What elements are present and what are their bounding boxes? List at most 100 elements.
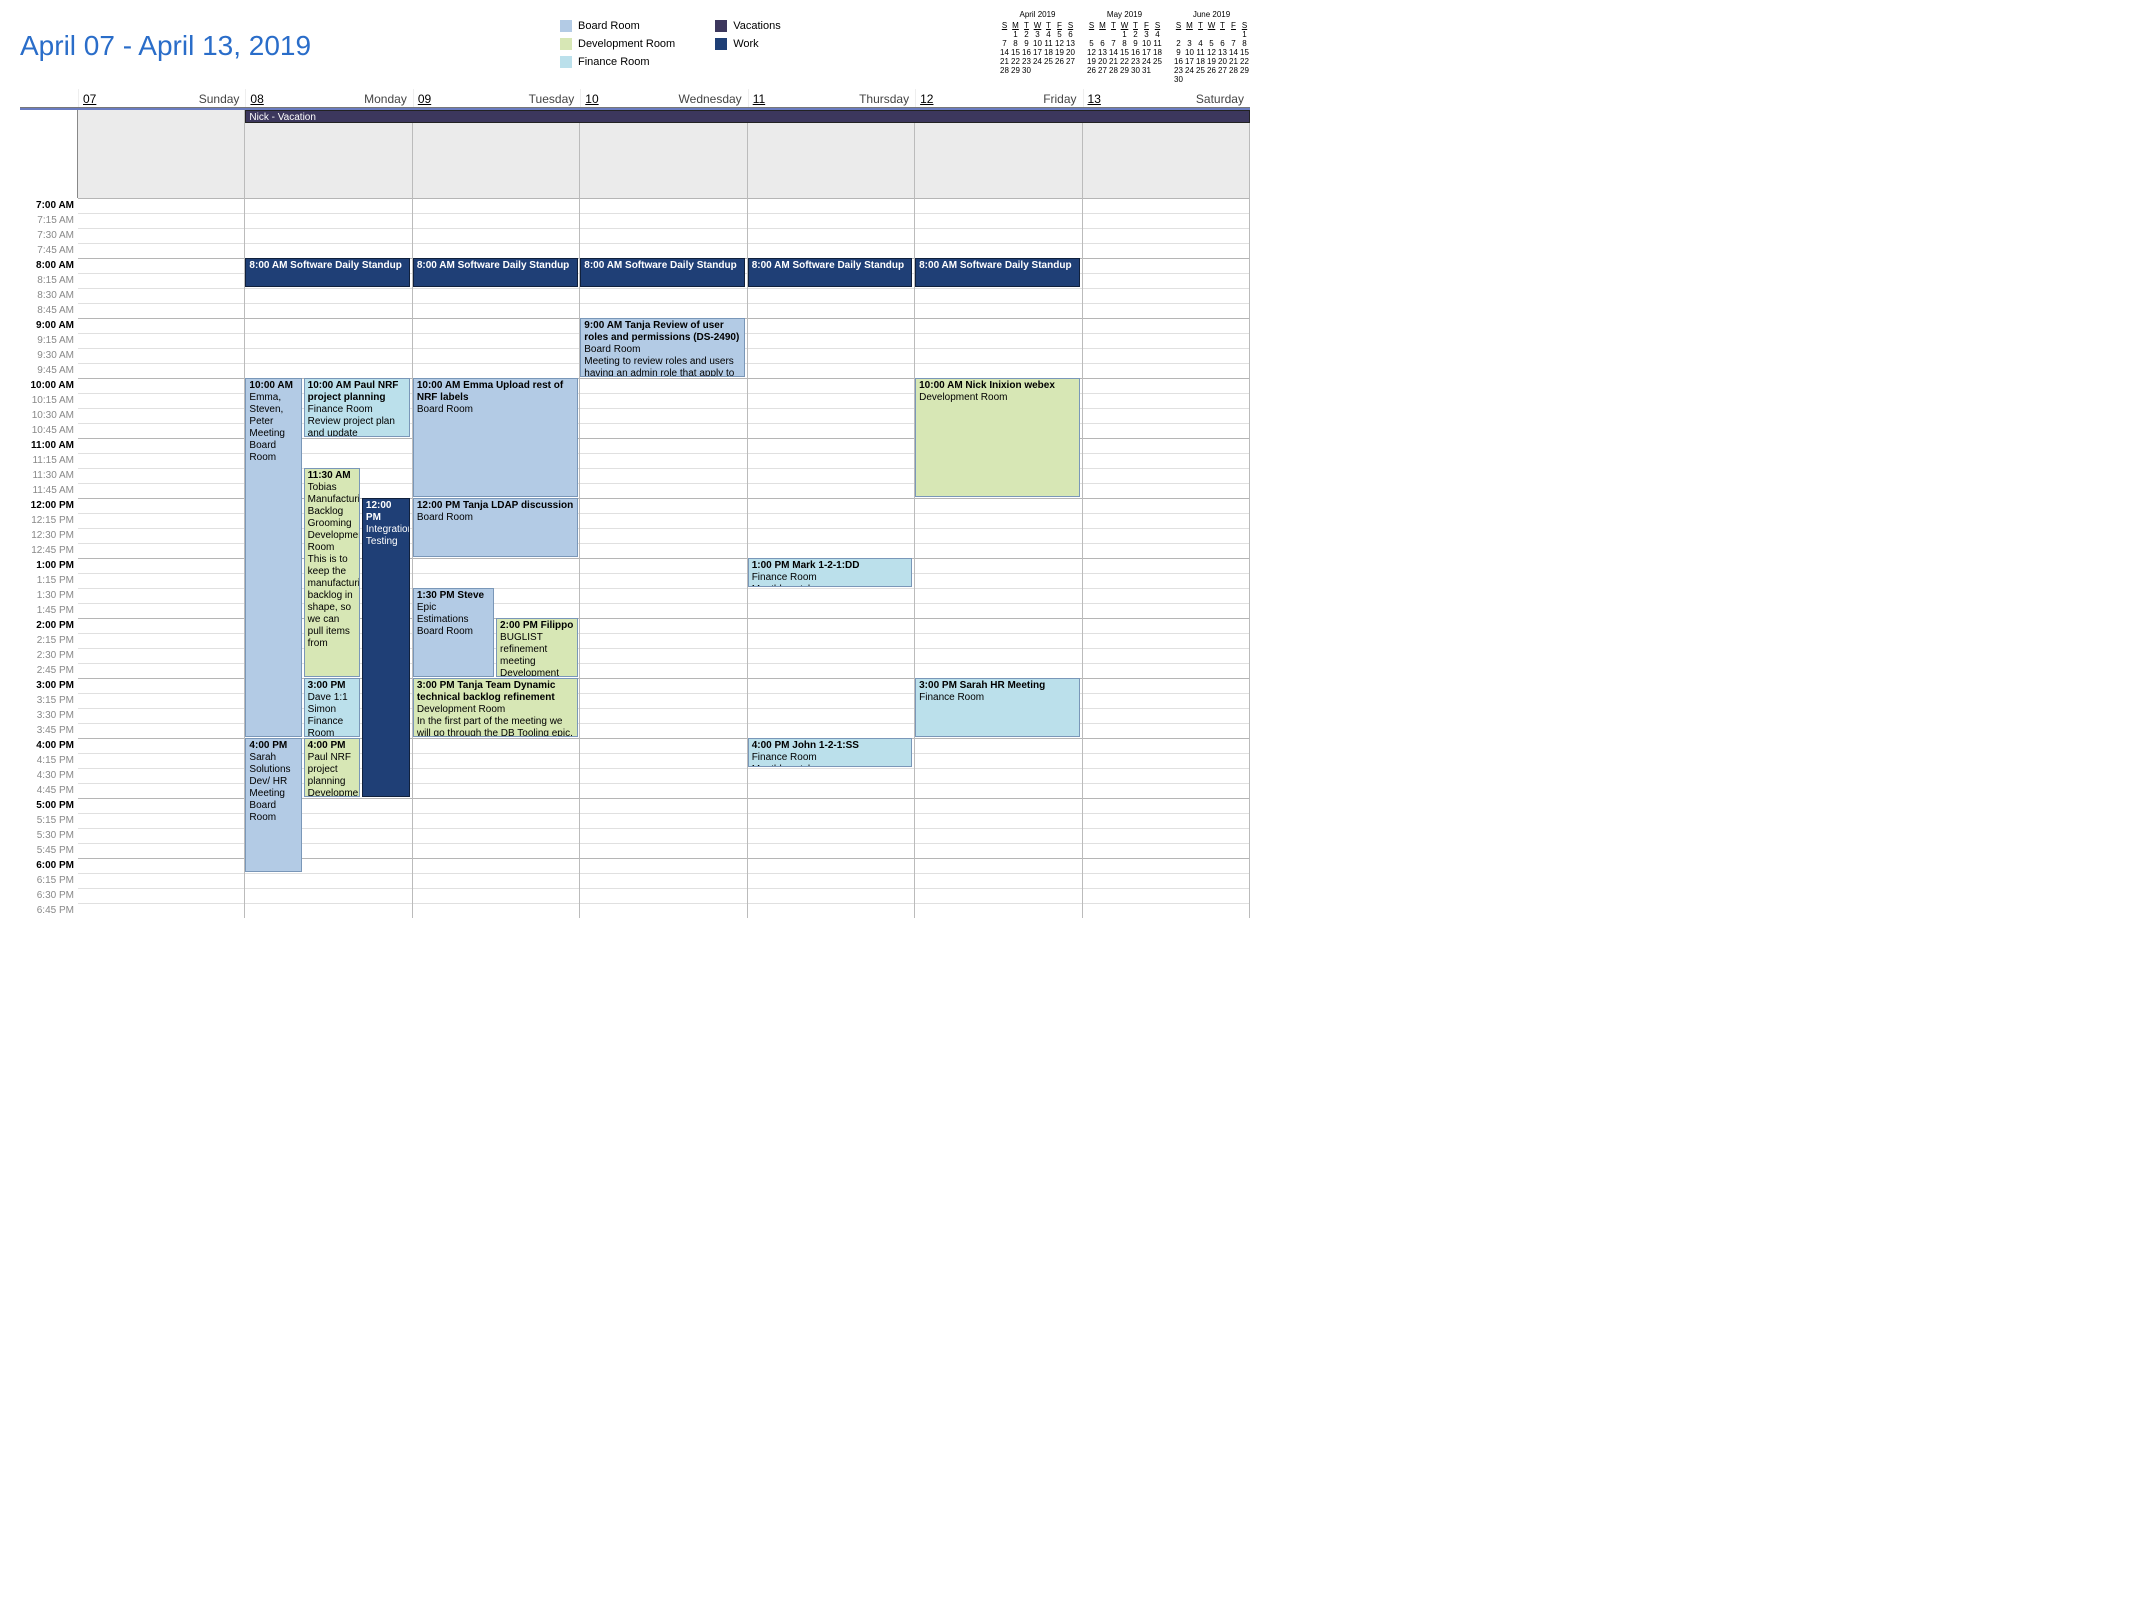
calendar-event[interactable]: 10:00 AM Nick Inixion webexDevelopment R… — [915, 378, 1080, 497]
time-label: 6:45 PM — [20, 903, 74, 918]
time-label: 10:30 AM — [20, 408, 74, 423]
day-header-cell[interactable]: 11Thursday — [748, 89, 915, 107]
time-label: 4:00 PM — [20, 738, 74, 753]
time-label: 3:45 PM — [20, 723, 74, 738]
legend-label: Work — [733, 38, 758, 50]
time-label: 1:45 PM — [20, 603, 74, 618]
time-label: 7:15 AM — [20, 213, 74, 228]
legend-swatch — [560, 20, 572, 32]
calendar-event[interactable]: 8:00 AM Software Daily Standup — [915, 258, 1080, 287]
time-label: 7:00 AM — [20, 198, 74, 213]
time-grid: 7:00 AM7:15 AM7:30 AM7:45 AM8:00 AM8:15 … — [20, 198, 1250, 918]
calendar-event[interactable]: 12:00 PMIntegration Testing — [362, 498, 410, 797]
time-label: 11:30 AM — [20, 468, 74, 483]
time-label: 10:45 AM — [20, 423, 74, 438]
calendar-event[interactable]: 4:00 PM John 1-2-1:SSFinance Room Monthl… — [748, 738, 913, 767]
day-header-cell[interactable]: 12Friday — [915, 89, 1082, 107]
time-label: 10:15 AM — [20, 393, 74, 408]
time-label: 5:15 PM — [20, 813, 74, 828]
time-label: 12:00 PM — [20, 498, 74, 513]
legend-swatch — [715, 20, 727, 32]
time-label: 3:15 PM — [20, 693, 74, 708]
header: April 07 - April 13, 2019 Board Room Deve… — [20, 10, 1250, 84]
calendar-event[interactable]: 9:00 AM Tanja Review of user roles and p… — [580, 318, 745, 377]
day-column[interactable]: 8:00 AM Software Daily Standup 10:00 AMEm… — [245, 198, 412, 918]
time-label: 2:30 PM — [20, 648, 74, 663]
time-label: 2:15 PM — [20, 633, 74, 648]
calendar-event[interactable]: 1:00 PM Mark 1-2-1:DDFinance Room Monthl… — [748, 558, 913, 587]
time-label: 4:15 PM — [20, 753, 74, 768]
day-header-cell[interactable]: 10Wednesday — [580, 89, 747, 107]
day-column[interactable]: 8:00 AM Software Daily Standup 1:00 PM Ma… — [748, 198, 915, 918]
time-label: 8:00 AM — [20, 258, 74, 273]
time-label: 5:45 PM — [20, 843, 74, 858]
calendar-week-view: April 07 - April 13, 2019 Board Room Deve… — [0, 0, 1270, 918]
time-label: 11:00 AM — [20, 438, 74, 453]
legend-item: Work — [715, 38, 781, 50]
time-label: 2:00 PM — [20, 618, 74, 633]
time-label: 10:00 AM — [20, 378, 74, 393]
calendar-event[interactable]: 3:00 PM Sarah HR MeetingFinance Room — [915, 678, 1080, 737]
calendar-event[interactable]: 8:00 AM Software Daily Standup — [580, 258, 745, 287]
time-axis: 7:00 AM7:15 AM7:30 AM7:45 AM8:00 AM8:15 … — [20, 198, 78, 918]
calendar-event[interactable]: 10:00 AMEmma, Steven, Peter Meeting Boar… — [245, 378, 302, 737]
day-column[interactable]: 8:00 AM Software Daily Standup 10:00 AM N… — [915, 198, 1082, 918]
day-column[interactable]: 8:00 AM Software Daily Standup 10:00 AM E… — [413, 198, 580, 918]
time-label: 6:15 PM — [20, 873, 74, 888]
calendar-event[interactable]: 11:30 AMTobias Manufacturing Backlog Gro… — [304, 468, 361, 677]
week-title: April 07 - April 13, 2019 — [20, 10, 560, 62]
calendar-event[interactable]: 10:00 AM Paul NRF project planningFinanc… — [304, 378, 411, 437]
allday-cell[interactable] — [1083, 110, 1250, 198]
allday-cell[interactable] — [78, 110, 245, 198]
legend-swatch — [715, 38, 727, 50]
mini-calendars: April 2019SMTWTFS12345678910111213141516… — [999, 10, 1250, 84]
time-label: 1:15 PM — [20, 573, 74, 588]
time-label: 11:45 AM — [20, 483, 74, 498]
calendar-event[interactable]: 3:00 PM Tanja Team Dynamic technical bac… — [413, 678, 578, 737]
calendar-event[interactable]: 8:00 AM Software Daily Standup — [748, 258, 913, 287]
time-label: 1:30 PM — [20, 588, 74, 603]
time-label: 8:15 AM — [20, 273, 74, 288]
time-label: 1:00 PM — [20, 558, 74, 573]
day-header-cell[interactable]: 13Saturday — [1083, 89, 1250, 107]
mini-calendar[interactable]: June 2019SMTWTFS123456789101112131415161… — [1173, 10, 1250, 84]
legend-swatch — [560, 56, 572, 68]
legend: Board Room Development Room Finance Room V… — [560, 10, 840, 68]
allday-event[interactable]: Nick - Vacation — [245, 110, 1250, 123]
calendar-event[interactable]: 12:00 PM Tanja LDAP discussionBoard Room — [413, 498, 578, 557]
time-label: 9:15 AM — [20, 333, 74, 348]
calendar-event[interactable]: 3:00 PMDave 1:1 Simon Finance Room — [304, 678, 361, 737]
day-header-cell[interactable]: 08Monday — [245, 89, 412, 107]
legend-label: Development Room — [578, 38, 675, 50]
calendar-event[interactable]: 2:00 PM FilippoBUGLIST refinement meetin… — [496, 618, 578, 677]
day-column[interactable]: 8:00 AM Software Daily Standup 9:00 AM Ta… — [580, 198, 747, 918]
calendar-event[interactable]: 8:00 AM Software Daily Standup — [245, 258, 410, 287]
time-label: 3:00 PM — [20, 678, 74, 693]
time-label: 3:30 PM — [20, 708, 74, 723]
calendar-event[interactable]: 4:00 PMPaul NRF project planning Develop… — [304, 738, 361, 797]
allday-cell[interactable] — [245, 110, 412, 198]
time-label: 5:30 PM — [20, 828, 74, 843]
calendar-event[interactable]: 8:00 AM Software Daily Standup — [413, 258, 578, 287]
legend-item: Board Room — [560, 20, 675, 32]
allday-cell[interactable] — [413, 110, 580, 198]
calendar-event[interactable]: 10:00 AM Emma Upload rest of NRF labelsB… — [413, 378, 578, 497]
allday-cell[interactable] — [915, 110, 1082, 198]
day-header-cell[interactable]: 07Sunday — [78, 89, 245, 107]
legend-item: Finance Room — [560, 56, 675, 68]
time-label: 12:15 PM — [20, 513, 74, 528]
calendar-event[interactable]: 1:30 PM SteveEpic Estimations Board Room — [413, 588, 495, 677]
day-column[interactable] — [78, 198, 245, 918]
legend-label: Vacations — [733, 20, 781, 32]
calendar-event[interactable]: 4:00 PMSarah Solutions Dev/ HR Meeting B… — [245, 738, 302, 872]
mini-calendar[interactable]: April 2019SMTWTFS12345678910111213141516… — [999, 10, 1076, 84]
day-column[interactable] — [1083, 198, 1250, 918]
day-header-cell[interactable]: 09Tuesday — [413, 89, 580, 107]
time-label: 7:30 AM — [20, 228, 74, 243]
legend-label: Finance Room — [578, 56, 650, 68]
time-label: 9:00 AM — [20, 318, 74, 333]
mini-calendar[interactable]: May 2019SMTWTFS1234567891011121314151617… — [1086, 10, 1163, 84]
allday-cell[interactable] — [748, 110, 915, 198]
allday-cell[interactable] — [580, 110, 747, 198]
time-label: 7:45 AM — [20, 243, 74, 258]
